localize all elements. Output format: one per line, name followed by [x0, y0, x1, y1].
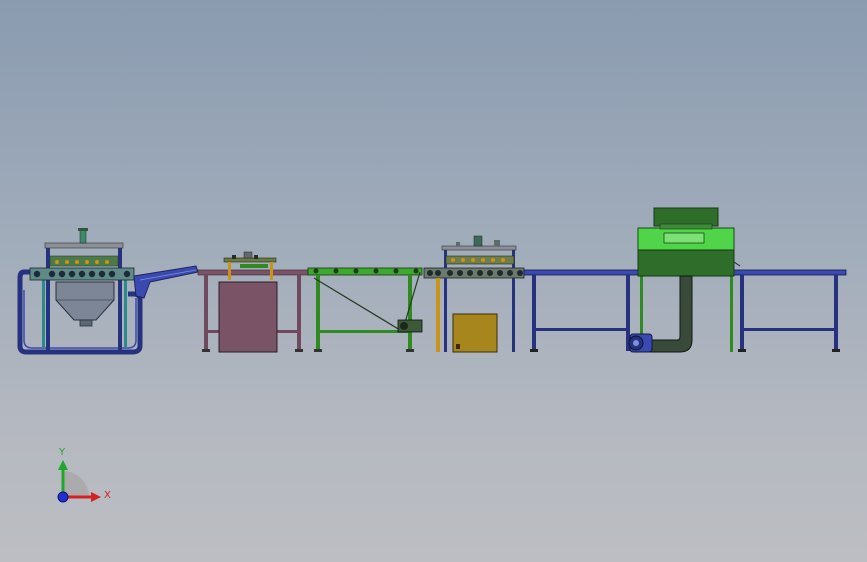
- exhaust-duct: [649, 275, 693, 353]
- fan-housing: [653, 207, 719, 227]
- leg: [834, 275, 838, 351]
- leg: [532, 275, 536, 351]
- z-axis-origin: [57, 491, 69, 503]
- leg: [740, 275, 744, 351]
- leg: [204, 275, 208, 351]
- cad-viewport[interactable]: Y X: [0, 0, 867, 562]
- drying-cabinet-conveyor: [523, 207, 847, 353]
- y-axis-label: Y: [58, 447, 66, 458]
- sandblaster-hopper-station: [17, 228, 143, 355]
- inclined-belt-conveyor: [307, 267, 423, 352]
- leg: [297, 275, 301, 351]
- leg: [512, 278, 515, 352]
- roller-brush-station: [423, 235, 525, 353]
- leg: [408, 275, 412, 351]
- leg: [316, 275, 320, 351]
- inclined-chute: [133, 265, 199, 299]
- mauve-panel: [218, 281, 278, 353]
- leg: [444, 278, 447, 352]
- blower-motor: [628, 333, 653, 353]
- x-axis-label: X: [104, 490, 111, 501]
- leg: [436, 278, 440, 352]
- hopper: [55, 281, 115, 321]
- coordinate-triad[interactable]: Y X: [57, 447, 111, 503]
- triad-arc: [63, 471, 89, 497]
- rotary-conveyor-hood: [197, 251, 309, 353]
- leg: [46, 244, 50, 350]
- leg: [118, 244, 122, 350]
